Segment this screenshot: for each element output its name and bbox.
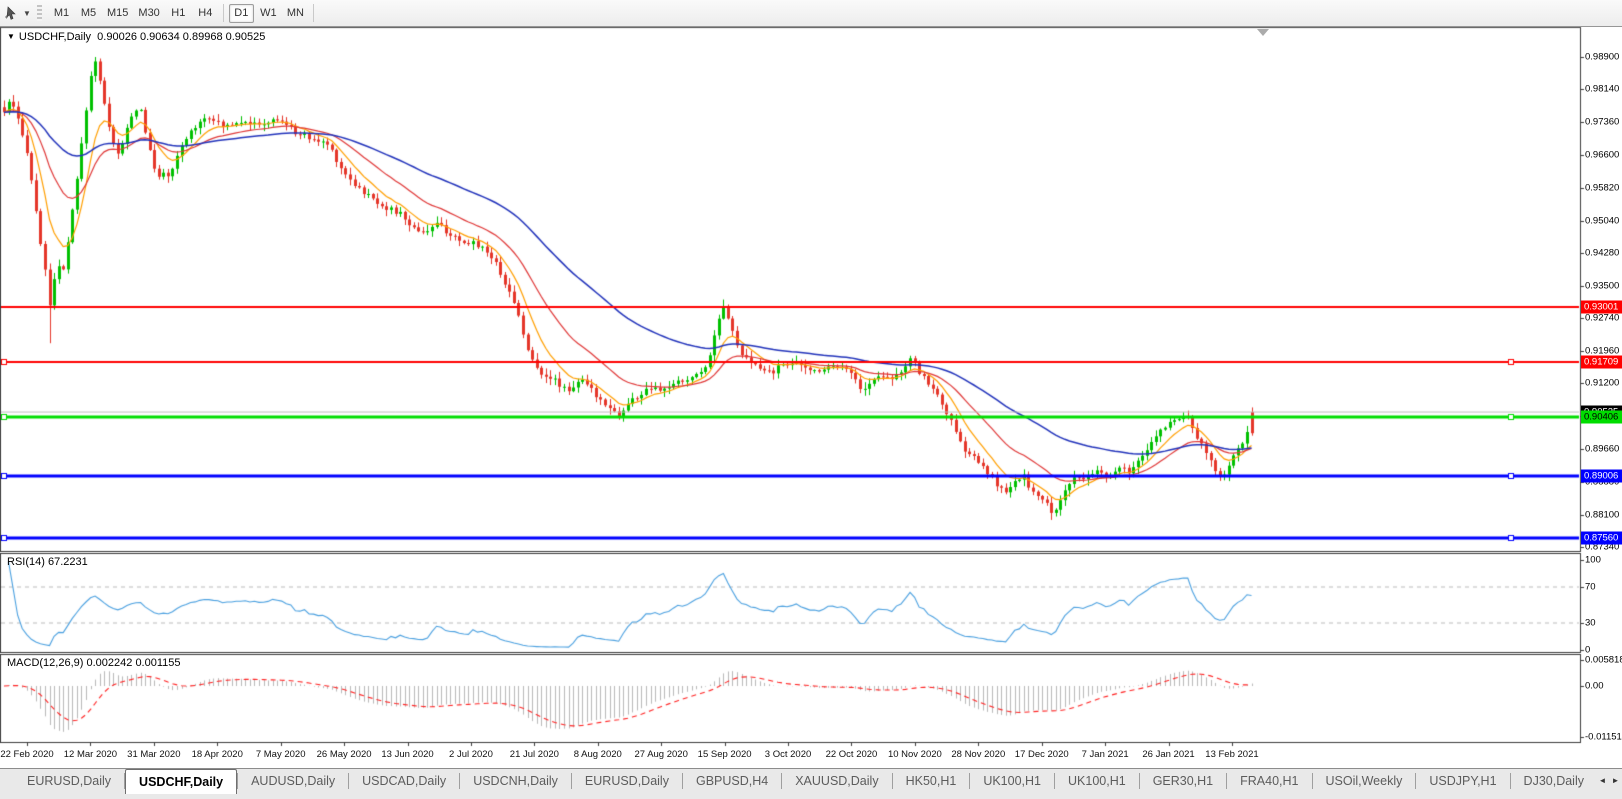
hline-price-label: 0.91709 — [1581, 355, 1622, 368]
chart-tab-usdjpy-h1[interactable]: USDJPY,H1 — [1416, 769, 1509, 793]
chart-canvas[interactable] — [0, 0, 1622, 799]
date-axis-label: 27 Aug 2020 — [635, 749, 688, 760]
chart-tab-gbpusd-h4[interactable]: GBPUSD,H4 — [683, 769, 781, 793]
macd-axis-tick: -0.011514 — [1585, 732, 1622, 743]
chart-shift-marker-icon[interactable] — [1257, 29, 1269, 36]
price-axis-tick: 0.98140 — [1585, 84, 1622, 95]
chevron-down-icon[interactable]: ▼ — [21, 9, 33, 18]
timeframe-buttons: M1M5M15M30H1H4 D1W1MN — [48, 4, 318, 23]
date-axis-label: 26 Jan 2021 — [1142, 749, 1194, 760]
chart-tab-usdcnh-daily[interactable]: USDCNH,Daily — [460, 769, 571, 793]
price-axis-tick: 0.95040 — [1585, 215, 1622, 226]
chart-tab-eurusd-daily[interactable]: EURUSD,Daily — [14, 769, 124, 793]
chart-title: ▼ USDCHF,Daily 0.90026 0.90634 0.89968 0.… — [7, 31, 265, 43]
date-axis-label: 15 Sep 2020 — [698, 749, 752, 760]
hline-price-label: 0.87560 — [1581, 531, 1622, 544]
price-axis-tick: 0.97360 — [1585, 117, 1622, 128]
date-axis-label: 26 May 2020 — [317, 749, 372, 760]
price-axis-tick: 0.92740 — [1585, 313, 1622, 324]
hline-price-label: 0.89006 — [1581, 470, 1622, 483]
date-axis-label: 7 Jan 2021 — [1082, 749, 1129, 760]
date-axis-label: 2 Jul 2020 — [449, 749, 493, 760]
date-axis-label: 18 Apr 2020 — [192, 749, 243, 760]
chart-tab-uk100-h1[interactable]: UK100,H1 — [1055, 769, 1139, 793]
timeframe-toolbar: ▼ M1M5M15M30H1H4 D1W1MN — [0, 0, 1622, 27]
chart-tab-bar: EURUSD,DailyUSDCHF,DailyAUDUSD,DailyUSDC… — [0, 768, 1622, 799]
timeframe-button-mn[interactable]: MN — [283, 4, 308, 23]
date-axis-label: 22 Feb 2020 — [0, 749, 53, 760]
hline-price-label: 0.90406 — [1581, 411, 1622, 424]
date-axis-label: 17 Dec 2020 — [1015, 749, 1069, 760]
toolbar-separator — [223, 4, 224, 22]
price-axis-tick: 0.96600 — [1585, 149, 1622, 160]
macd-signal-value: 0.001155 — [135, 657, 180, 669]
date-axis-label: 22 Oct 2020 — [826, 749, 878, 760]
price-axis-tick: 0.88100 — [1585, 509, 1622, 520]
date-axis-label: 12 Mar 2020 — [64, 749, 117, 760]
date-axis-label: 8 Aug 2020 — [574, 749, 622, 760]
date-axis-label: 28 Nov 2020 — [951, 749, 1005, 760]
timeframe-button-m30[interactable]: M30 — [134, 4, 163, 23]
chart-tab-ger30-h1[interactable]: GER30,H1 — [1140, 769, 1226, 793]
timeframe-button-w1[interactable]: W1 — [256, 4, 281, 23]
timeframe-button-m15[interactable]: M15 — [103, 4, 132, 23]
price-axis-tick: 0.94280 — [1585, 247, 1622, 258]
price-axis-tick: 0.91200 — [1585, 378, 1622, 389]
timeframe-button-d1[interactable]: D1 — [229, 4, 254, 23]
rsi-axis-tick: 70 — [1585, 582, 1622, 593]
hline-price-label: 0.93001 — [1581, 301, 1622, 314]
mt4-window: ▼ M1M5M15M30H1H4 D1W1MN ▼ USDCHF,Daily 0.9… — [0, 0, 1622, 799]
chart-symbol-label: USDCHF,Daily — [19, 31, 91, 43]
macd-label: MACD(12,26,9) 0.002242 0.001155 — [7, 657, 181, 669]
macd-axis-tick: 0.00 — [1585, 681, 1622, 692]
chart-tab-usdchf-daily[interactable]: USDCHF,Daily — [125, 769, 237, 794]
timeframe-button-m1[interactable]: M1 — [49, 4, 74, 23]
date-axis-label: 31 Mar 2020 — [127, 749, 180, 760]
date-axis-label: 3 Oct 2020 — [765, 749, 811, 760]
chart-tab-eurusd-daily[interactable]: EURUSD,Daily — [572, 769, 682, 793]
tabs-scroll-right-button[interactable]: ► — [1609, 772, 1622, 789]
crosshair-cursor-icon[interactable] — [1, 4, 21, 22]
price-axis-tick: 0.98900 — [1585, 52, 1622, 63]
chart-tab-hk50-h1[interactable]: HK50,H1 — [893, 769, 970, 793]
chart-tab-fra40-h1[interactable]: FRA40,H1 — [1227, 769, 1311, 793]
timeframe-button-m5[interactable]: M5 — [76, 4, 101, 23]
date-axis-label: 13 Feb 2021 — [1205, 749, 1258, 760]
chart-tab-usdcad-daily[interactable]: USDCAD,Daily — [349, 769, 459, 793]
toolbar-separator — [313, 4, 314, 22]
macd-main-value: 0.002242 — [86, 657, 132, 669]
chart-ohlc-values: 0.90026 0.90634 0.89968 0.90525 — [97, 31, 265, 43]
chart-tab-uk100-h1[interactable]: UK100,H1 — [970, 769, 1054, 793]
chart-tab-usoil-weekly[interactable]: USOil,Weekly — [1313, 769, 1416, 793]
collapse-triangle-icon[interactable]: ▼ — [7, 32, 15, 41]
chart-tab-audusd-daily[interactable]: AUDUSD,Daily — [238, 769, 348, 793]
date-axis-label: 10 Nov 2020 — [888, 749, 942, 760]
rsi-axis-tick: 30 — [1585, 618, 1622, 629]
rsi-label: RSI(14) 67.2231 — [7, 556, 88, 568]
date-axis-label: 21 Jul 2020 — [510, 749, 559, 760]
chart-tab-xauusd-daily[interactable]: XAUUSD,Daily — [782, 769, 891, 793]
rsi-axis-tick: 100 — [1585, 555, 1622, 566]
price-axis-tick: 0.93500 — [1585, 281, 1622, 292]
toolbar-grip[interactable] — [37, 5, 42, 21]
tabs-scroll-left-button[interactable]: ◄ — [1596, 772, 1609, 789]
price-axis-tick: 0.89660 — [1585, 443, 1622, 454]
chart-tab-dj30-daily[interactable]: DJ30,Daily — [1511, 769, 1596, 793]
date-axis-label: 13 Jun 2020 — [381, 749, 433, 760]
macd-axis-tick: 0.005818 — [1585, 655, 1622, 666]
timeframe-button-h4[interactable]: H4 — [193, 4, 218, 23]
price-axis-tick: 0.95820 — [1585, 182, 1622, 193]
timeframe-button-h1[interactable]: H1 — [166, 4, 191, 23]
date-axis-label: 7 May 2020 — [256, 749, 306, 760]
rsi-value: 67.2231 — [48, 556, 88, 568]
